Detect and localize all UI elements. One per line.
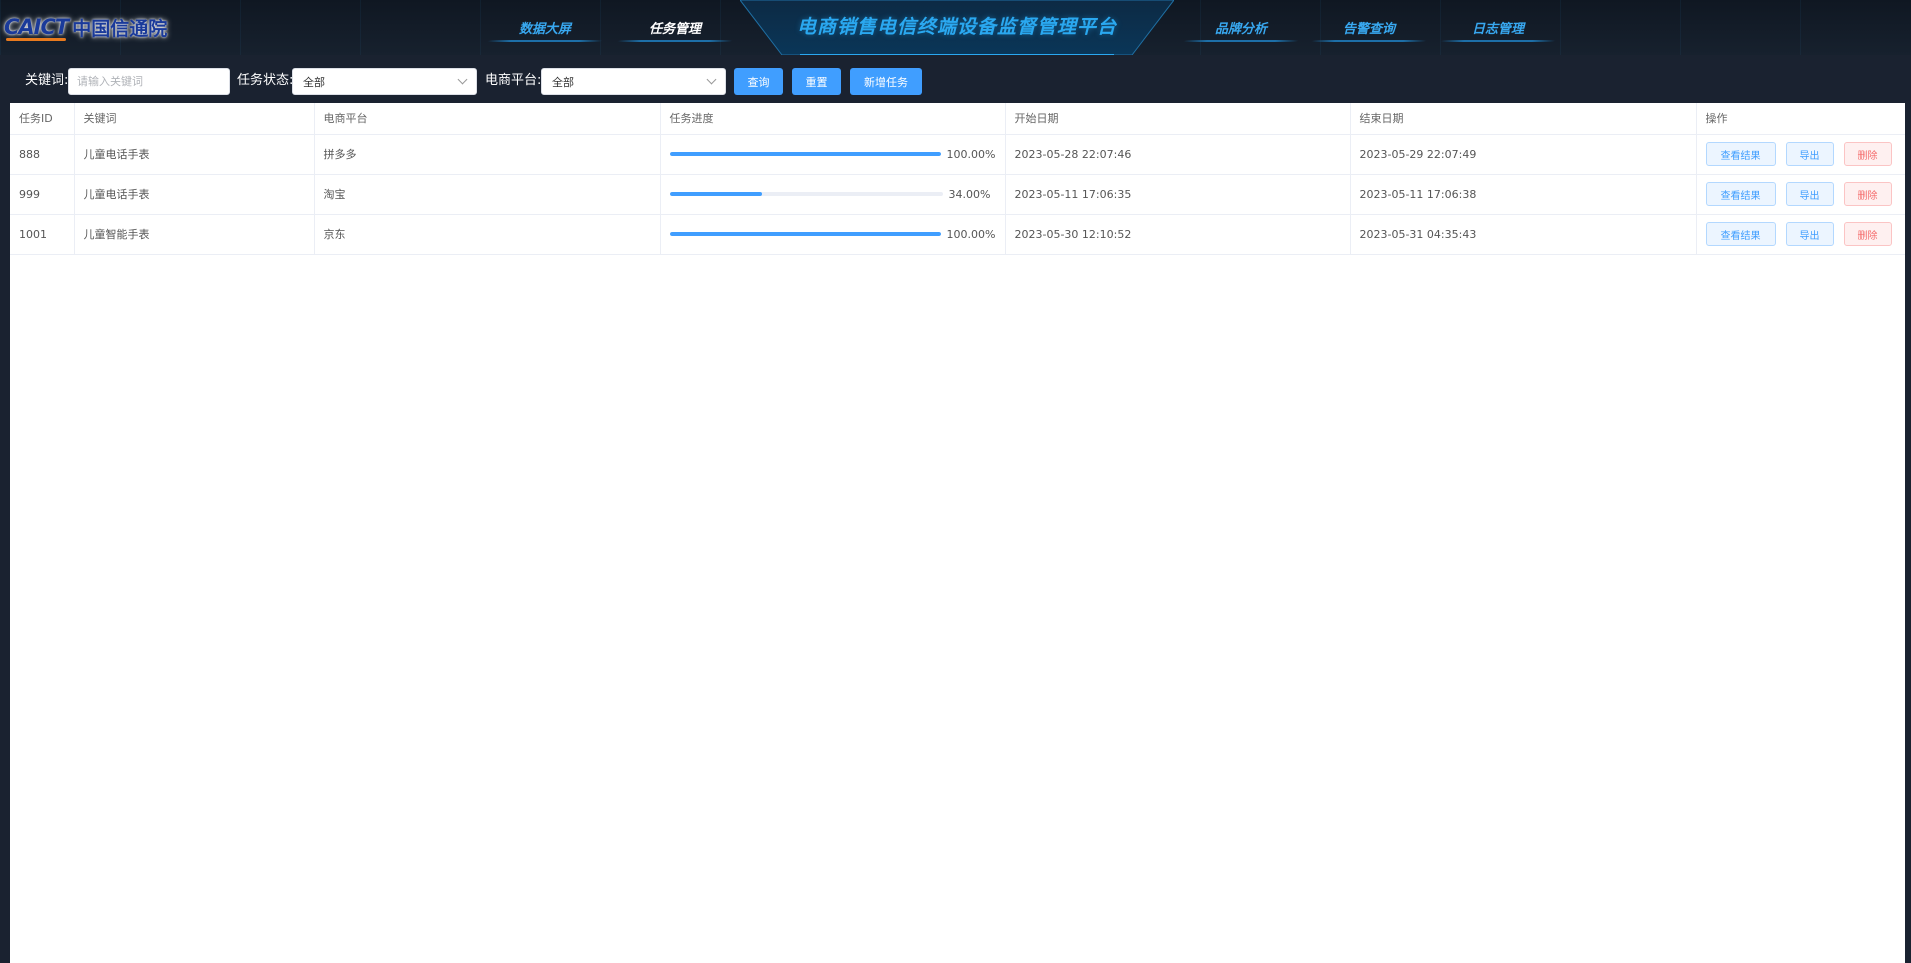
row-actions: 查看结果 导出 删除 [1705, 182, 1897, 206]
cell-progress: 100.00% [660, 134, 1006, 175]
reset-button[interactable]: 重置 [792, 68, 841, 95]
cell-start-date: 2023-05-30 12:10:52 [1005, 214, 1351, 255]
view-result-button[interactable]: 查看结果 [1705, 142, 1776, 166]
cell-actions: 查看结果 导出 删除 [1696, 134, 1905, 175]
progress-bar: 100.00% [669, 227, 996, 241]
platform-title: 电商销售电信终端设备监督管理平台 [796, 15, 1117, 38]
platform-select[interactable]: 全部 [541, 68, 726, 95]
nav-underline [487, 40, 603, 42]
nav-label: 数据大屏 [518, 21, 571, 37]
cell-progress: 100.00% [660, 214, 1006, 255]
nav-label: 任务管理 [648, 21, 701, 37]
col-header: 开始日期 [1005, 103, 1351, 135]
cell-platform: 京东 [314, 214, 661, 255]
logo-en-text: CAICT [4, 15, 69, 41]
cell-keyword: 儿童电话手表 [74, 134, 315, 175]
export-button[interactable]: 导出 [1785, 182, 1834, 206]
cell-platform: 淘宝 [314, 174, 661, 215]
nav-task-management[interactable]: 任务管理 [610, 12, 740, 42]
progress-text: 34.00% [948, 187, 991, 201]
add-task-button[interactable]: 新增任务 [850, 68, 922, 95]
nav-label: 告警查询 [1342, 21, 1395, 37]
progress-track [669, 232, 941, 236]
cell-start-date: 2023-05-28 22:07:46 [1005, 134, 1351, 175]
nav-brand-analysis[interactable]: 品牌分析 [1176, 12, 1306, 42]
progress-text: 100.00% [946, 227, 996, 241]
search-bar: 关键词: 任务状态: 全部 电商平台: 全部 查询 重置 新增任务 [0, 55, 1911, 103]
delete-button[interactable]: 删除 [1843, 142, 1892, 166]
cell-keyword: 儿童电话手表 [74, 174, 315, 215]
progress-bar: 34.00% [669, 187, 996, 201]
cell-platform: 拼多多 [314, 134, 661, 175]
nav-underline [1311, 40, 1427, 42]
table-row: 1001 儿童智能手表 京东 100.00% 2023-05-30 12:10:… [10, 214, 1905, 255]
delete-button[interactable]: 删除 [1843, 182, 1892, 206]
top-header: CAICT 中国信通院 数据大屏 任务管理 电商销售电信终端设备监督管理平台 品… [0, 0, 1911, 55]
nav-underline [617, 40, 733, 42]
nav-label: 品牌分析 [1214, 21, 1267, 37]
cell-end-date: 2023-05-29 22:07:49 [1350, 134, 1697, 175]
task-table-panel: 任务ID 关键词 电商平台 任务进度 开始日期 结束日期 操作 888 儿童电话… [10, 103, 1905, 963]
platform-label: 电商平台: [485, 73, 542, 88]
progress-track [669, 192, 943, 196]
progress-fill [669, 192, 763, 196]
export-button[interactable]: 导出 [1785, 222, 1834, 246]
task-table: 任务ID 关键词 电商平台 任务进度 开始日期 结束日期 操作 888 儿童电话… [10, 103, 1905, 255]
nav-underline [1183, 40, 1299, 42]
logo-cn-text: 中国信通院 [72, 17, 168, 40]
nav-alarm-query[interactable]: 告警查询 [1304, 12, 1434, 42]
col-header: 关键词 [74, 103, 315, 135]
col-header: 任务ID [10, 103, 75, 135]
chevron-down-icon [457, 74, 468, 85]
nav-label: 日志管理 [1471, 21, 1524, 37]
progress-text: 100.00% [946, 147, 996, 161]
table-header-row: 任务ID 关键词 电商平台 任务进度 开始日期 结束日期 操作 [10, 103, 1905, 135]
cell-actions: 查看结果 导出 删除 [1696, 214, 1905, 255]
view-result-button[interactable]: 查看结果 [1705, 182, 1776, 206]
nav-underline [1440, 40, 1556, 42]
progress-track [669, 152, 941, 156]
cell-id: 999 [10, 174, 75, 215]
cell-start-date: 2023-05-11 17:06:35 [1005, 174, 1351, 215]
progress-fill [669, 152, 941, 156]
cell-end-date: 2023-05-11 17:06:38 [1350, 174, 1697, 215]
chevron-down-icon [706, 74, 717, 85]
cell-end-date: 2023-05-31 04:35:43 [1350, 214, 1697, 255]
row-actions: 查看结果 导出 删除 [1705, 142, 1897, 166]
col-header: 电商平台 [314, 103, 661, 135]
nav-log-management[interactable]: 日志管理 [1433, 12, 1563, 42]
cell-id: 888 [10, 134, 75, 175]
nav-data-screen[interactable]: 数据大屏 [480, 12, 610, 42]
keyword-input[interactable] [68, 68, 230, 95]
row-actions: 查看结果 导出 删除 [1705, 222, 1897, 246]
view-result-button[interactable]: 查看结果 [1705, 222, 1776, 246]
cell-actions: 查看结果 导出 删除 [1696, 174, 1905, 215]
keyword-label: 关键词: [25, 73, 69, 88]
col-header: 操作 [1696, 103, 1905, 135]
cell-progress: 34.00% [660, 174, 1006, 215]
table-row: 888 儿童电话手表 拼多多 100.00% 2023-05-28 22:07:… [10, 134, 1905, 175]
platform-select-value: 全部 [552, 75, 574, 89]
export-button[interactable]: 导出 [1785, 142, 1834, 166]
status-label: 任务状态: [237, 73, 294, 88]
progress-bar: 100.00% [669, 147, 996, 161]
col-header: 结束日期 [1350, 103, 1697, 135]
cell-keyword: 儿童智能手表 [74, 214, 315, 255]
table-row: 999 儿童电话手表 淘宝 34.00% 2023-05-11 17:06:35… [10, 174, 1905, 215]
status-select[interactable]: 全部 [292, 68, 477, 95]
delete-button[interactable]: 删除 [1843, 222, 1892, 246]
cell-id: 1001 [10, 214, 75, 255]
progress-fill [669, 232, 941, 236]
col-header: 任务进度 [660, 103, 1006, 135]
caict-logo[interactable]: CAICT 中国信通院 [4, 12, 167, 42]
query-button[interactable]: 查询 [734, 68, 783, 95]
status-select-value: 全部 [303, 75, 325, 89]
